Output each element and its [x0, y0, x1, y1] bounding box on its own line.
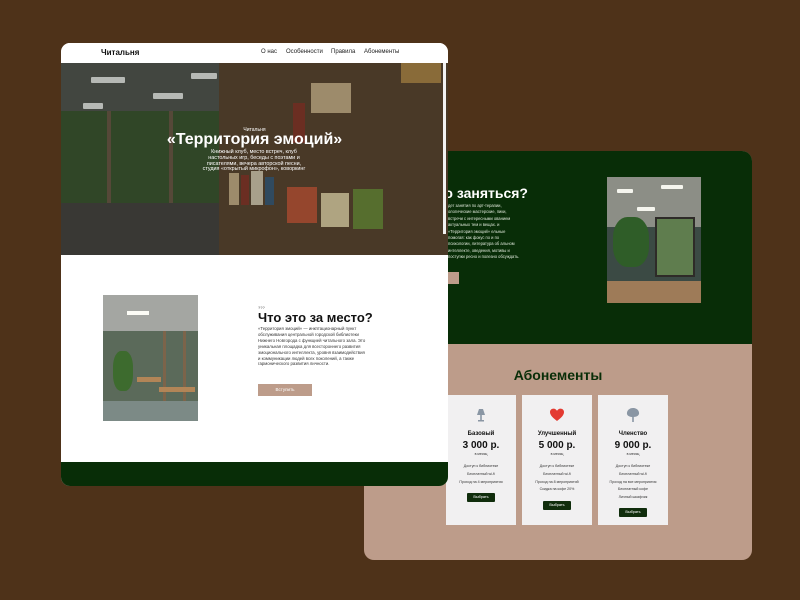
landing-mockup-card: Читальня О нас Особенности Правила Абоне… [61, 43, 448, 486]
plan-feature: Бесплатный wi-fi [467, 471, 495, 476]
plan-features: Доступ к библиотеке Бесплатный wi-fi Про… [598, 463, 668, 502]
plan-period: в месяц [550, 452, 564, 456]
plan-feature: Доступ к библиотеке [539, 464, 575, 468]
choose-plan-button[interactable]: Выбрать [619, 508, 647, 517]
plan-feature: Личный шкафчик [618, 495, 648, 500]
nav-link-subscriptions[interactable]: Абонементы [364, 49, 399, 55]
plan-period: в месяц [626, 452, 640, 456]
plan-name: Членство [618, 431, 648, 437]
plan-feature: Бесплатный кофе [618, 487, 648, 492]
activities-text: дет занятия по арт-терапии, ологические … [448, 203, 520, 260]
plan-feature: Проход на 8 мероприятий [535, 479, 579, 484]
about-photo [103, 295, 198, 421]
nav-link-features[interactable]: Особенности [286, 49, 323, 55]
plan-feature: Доступ к библиотеке [615, 464, 651, 468]
join-button[interactable]: Вступить [258, 384, 312, 396]
hero-description: Книжный клуб, место встреч, клуб настоль… [202, 149, 306, 173]
plan-feature: Проход на все мероприятия [609, 479, 657, 484]
heart-icon [550, 408, 564, 421]
nav-link-about[interactable]: О нас [261, 49, 277, 55]
plan-feature: Доступ к библиотеке [463, 464, 499, 468]
plan-price: 3 000 р. [462, 440, 500, 451]
plan-name: Улучшенный [537, 431, 577, 437]
hero-section: Читальня «Территория эмоций» Книжный клу… [61, 63, 448, 255]
footer [61, 462, 448, 486]
tree-icon [626, 408, 640, 422]
plan-price: 5 000 р. [538, 440, 576, 451]
plan-period: в месяц [474, 452, 488, 456]
about-title: Что это за место? [258, 310, 373, 325]
brand-logo[interactable]: Читальня [101, 48, 139, 57]
plan-feature: Бесплатный wi-fi [543, 471, 571, 476]
plan-card-basic: Базовый 3 000 р. в месяц Доступ к библио… [446, 395, 516, 525]
plan-feature: Проход на 4 мероприятия [459, 479, 503, 484]
nav-link-rules[interactable]: Правила [331, 49, 355, 55]
activities-photo [607, 177, 701, 303]
lamp-icon [477, 409, 485, 422]
plan-name: Базовый [467, 431, 495, 437]
choose-plan-button[interactable]: Выбрать [467, 493, 495, 502]
plan-feature: Скидка на кофе 20% [539, 487, 575, 492]
top-navigation: Читальня О нас Особенности Правила Абоне… [61, 43, 448, 63]
plan-price: 9 000 р. [614, 440, 652, 451]
plan-features: Доступ к библиотеке Бесплатный wi-fi Про… [446, 463, 516, 486]
plan-card-improved: Улучшенный 5 000 р. в месяц Доступ к биб… [522, 395, 592, 525]
plan-feature: Бесплатный wi-fi [619, 471, 647, 476]
activities-button[interactable] [447, 272, 459, 284]
about-text: «Территория эмоций» — инкптационарный пу… [258, 326, 366, 367]
scrollbar[interactable] [443, 63, 446, 234]
choose-plan-button[interactable]: Выбрать [543, 501, 571, 510]
plan-features: Доступ к библиотеке Бесплатный wi-fi Про… [522, 463, 592, 494]
plan-card-membership: Членство 9 000 р. в месяц Доступ к библи… [598, 395, 668, 525]
hero-title: «Территория эмоций» [166, 131, 343, 148]
